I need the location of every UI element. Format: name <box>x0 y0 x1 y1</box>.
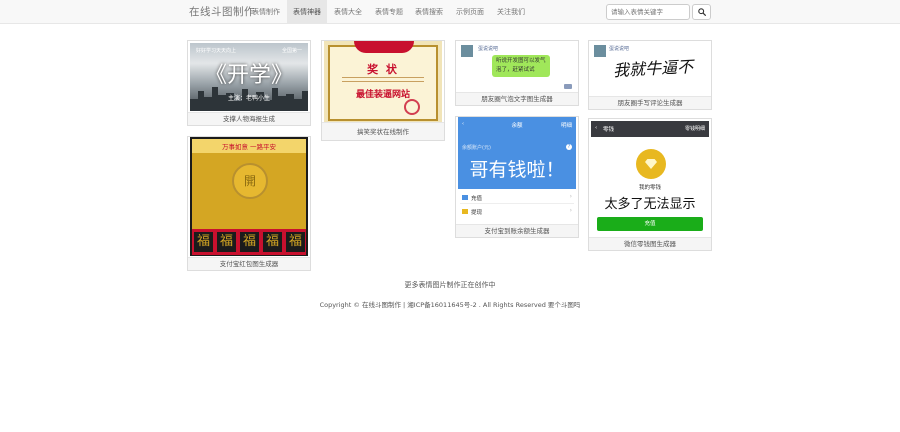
alipay-headline: 哥有钱啦！ <box>469 159 565 181</box>
card-caption: 支撑人物海报生成 <box>188 112 310 125</box>
card-caption: 支付宝红包图生成器 <box>188 257 310 270</box>
poster-banner-right: 全国第一 <box>281 48 302 54</box>
card-thumb: 蛋说说吧 我就牛逼不 <box>591 41 709 97</box>
recharge-button: 充值 <box>597 217 703 231</box>
open-coin: 開 <box>232 163 268 199</box>
moments-user: 蛋说说吧 <box>609 46 630 52</box>
poster-subtitle: 主演：老鸭小生 <box>227 95 270 102</box>
wechat-header-right: 零钱明细 <box>684 126 705 132</box>
card-thumb: 万事如意 一路平安 開 福 福 福 福 福 <box>190 137 308 256</box>
wechat-label: 我的零钱 <box>638 185 661 191</box>
alipay-label: 余额账户(元) <box>462 145 491 151</box>
coin-icon <box>636 149 666 179</box>
search-button[interactable] <box>692 4 711 20</box>
card-thumb: ‹ 余额 明细 余额账户(元) ? 哥有钱啦！ 充值 › 提现 › <box>458 117 576 223</box>
avatar <box>461 45 473 57</box>
card-handwriting[interactable]: 蛋说说吧 我就牛逼不 朋友圈手写评论生成器 <box>588 40 712 110</box>
moments-bubble: 听说开发图可以发气泡了，赶紧试试 <box>492 55 550 77</box>
avatar <box>594 45 606 57</box>
recharge-icon <box>462 195 468 200</box>
search-icon <box>697 8 706 16</box>
nav-item-tools[interactable]: 表情神器 <box>287 0 327 24</box>
more-tools-link[interactable]: 更多表情图片制作正在创作中 <box>0 280 900 290</box>
withdraw-icon <box>462 209 468 214</box>
card-moments-bubble[interactable]: 蛋说说吧 听说开发图可以发气泡了，赶紧试试 朋友圈气泡文字图生成器 <box>455 40 579 106</box>
nav-item-follow[interactable]: 关注我们 <box>491 0 531 24</box>
back-icon: ‹ <box>595 125 598 131</box>
certificate-ribbon <box>354 41 414 53</box>
help-icon: ? <box>566 144 572 150</box>
seal-stamp <box>404 99 420 115</box>
nav-item-gallery[interactable]: 表情大全 <box>328 0 368 24</box>
handwriting-text: 我就牛逼不 <box>612 56 694 81</box>
fu-char: 福 <box>194 232 213 252</box>
fu-char: 福 <box>240 232 259 252</box>
card-thumb: 蛋说说吧 听说开发图可以发气泡了，赶紧试试 <box>458 41 576 93</box>
fu-char: 福 <box>286 232 305 252</box>
card-caption: 支付宝到账余额生成器 <box>456 224 578 237</box>
chevron-right-icon: › <box>569 193 572 200</box>
nav-item-examples[interactable]: 示例页面 <box>450 0 490 24</box>
navbar: 在线斗图制作 表情制作 表情神器 表情大全 表情专题 表情搜索 示例页面 关注我… <box>0 0 900 24</box>
card-caption: 朋友圈手写评论生成器 <box>589 96 711 109</box>
card-red-packet[interactable]: 万事如意 一路平安 開 福 福 福 福 福 支付宝红包图生成器 <box>187 136 311 271</box>
certificate-title: 奖 状 <box>367 63 399 76</box>
card-caption: 微信零钱图生成器 <box>589 237 711 250</box>
certificate-frame <box>328 45 438 121</box>
alipay-row-withdraw: 提现 <box>471 210 483 216</box>
certificate-award: 最佳装逼网站 <box>355 90 410 100</box>
nav-item-make[interactable]: 表情制作 <box>246 0 286 24</box>
poster-banner-left: 好好学习天天向上 <box>196 48 237 54</box>
nav-item-search[interactable]: 表情搜索 <box>409 0 449 24</box>
alipay-header-right: 明细 <box>560 123 572 129</box>
alipay-header: 余额 <box>511 123 523 129</box>
copyright: Copyright © 在线斗图制作 | 湘ICP备16011645号-2 . … <box>319 301 581 309</box>
card-wechat-change[interactable]: ‹ 零钱 零钱明细 我的零钱 太多了无法显示 充值 微信零钱图生成器 <box>588 118 712 251</box>
fu-char: 福 <box>217 232 236 252</box>
fu-char: 福 <box>263 232 282 252</box>
card-certificate[interactable]: 奖 状 最佳装逼网站 搞笑奖状在线制作 <box>321 40 445 141</box>
moments-user: 蛋说说吧 <box>478 46 499 52</box>
chevron-right-icon: › <box>569 207 572 214</box>
wechat-headline: 太多了无法显示 <box>604 197 696 212</box>
card-thumb: 好好学习天天向上 全国第一 《开学》 主演：老鸭小生 <box>190 43 308 111</box>
card-thumb: ‹ 零钱 零钱明细 我的零钱 太多了无法显示 充值 <box>591 119 709 237</box>
card-alipay-balance[interactable]: ‹ 余额 明细 余额账户(元) ? 哥有钱啦！ 充值 › 提现 › 支付宝到账余… <box>455 116 579 238</box>
comment-icon <box>564 84 572 89</box>
poster-headline: 《开学》 <box>204 63 293 88</box>
wechat-header: 零钱 <box>603 127 615 133</box>
nav-item-topics[interactable]: 表情专题 <box>369 0 409 24</box>
card-caption: 朋友圈气泡文字图生成器 <box>456 92 578 105</box>
red-packet-banner: 万事如意 一路平安 <box>221 143 277 151</box>
card-poster[interactable]: 好好学习天天向上 全国第一 《开学》 主演：老鸭小生 支撑人物海报生成 <box>187 40 311 126</box>
search-input[interactable] <box>606 4 690 20</box>
card-thumb: 奖 状 最佳装逼网站 <box>324 41 442 123</box>
card-caption: 搞笑奖状在线制作 <box>322 122 444 140</box>
alipay-row-recharge: 充值 <box>471 196 483 202</box>
